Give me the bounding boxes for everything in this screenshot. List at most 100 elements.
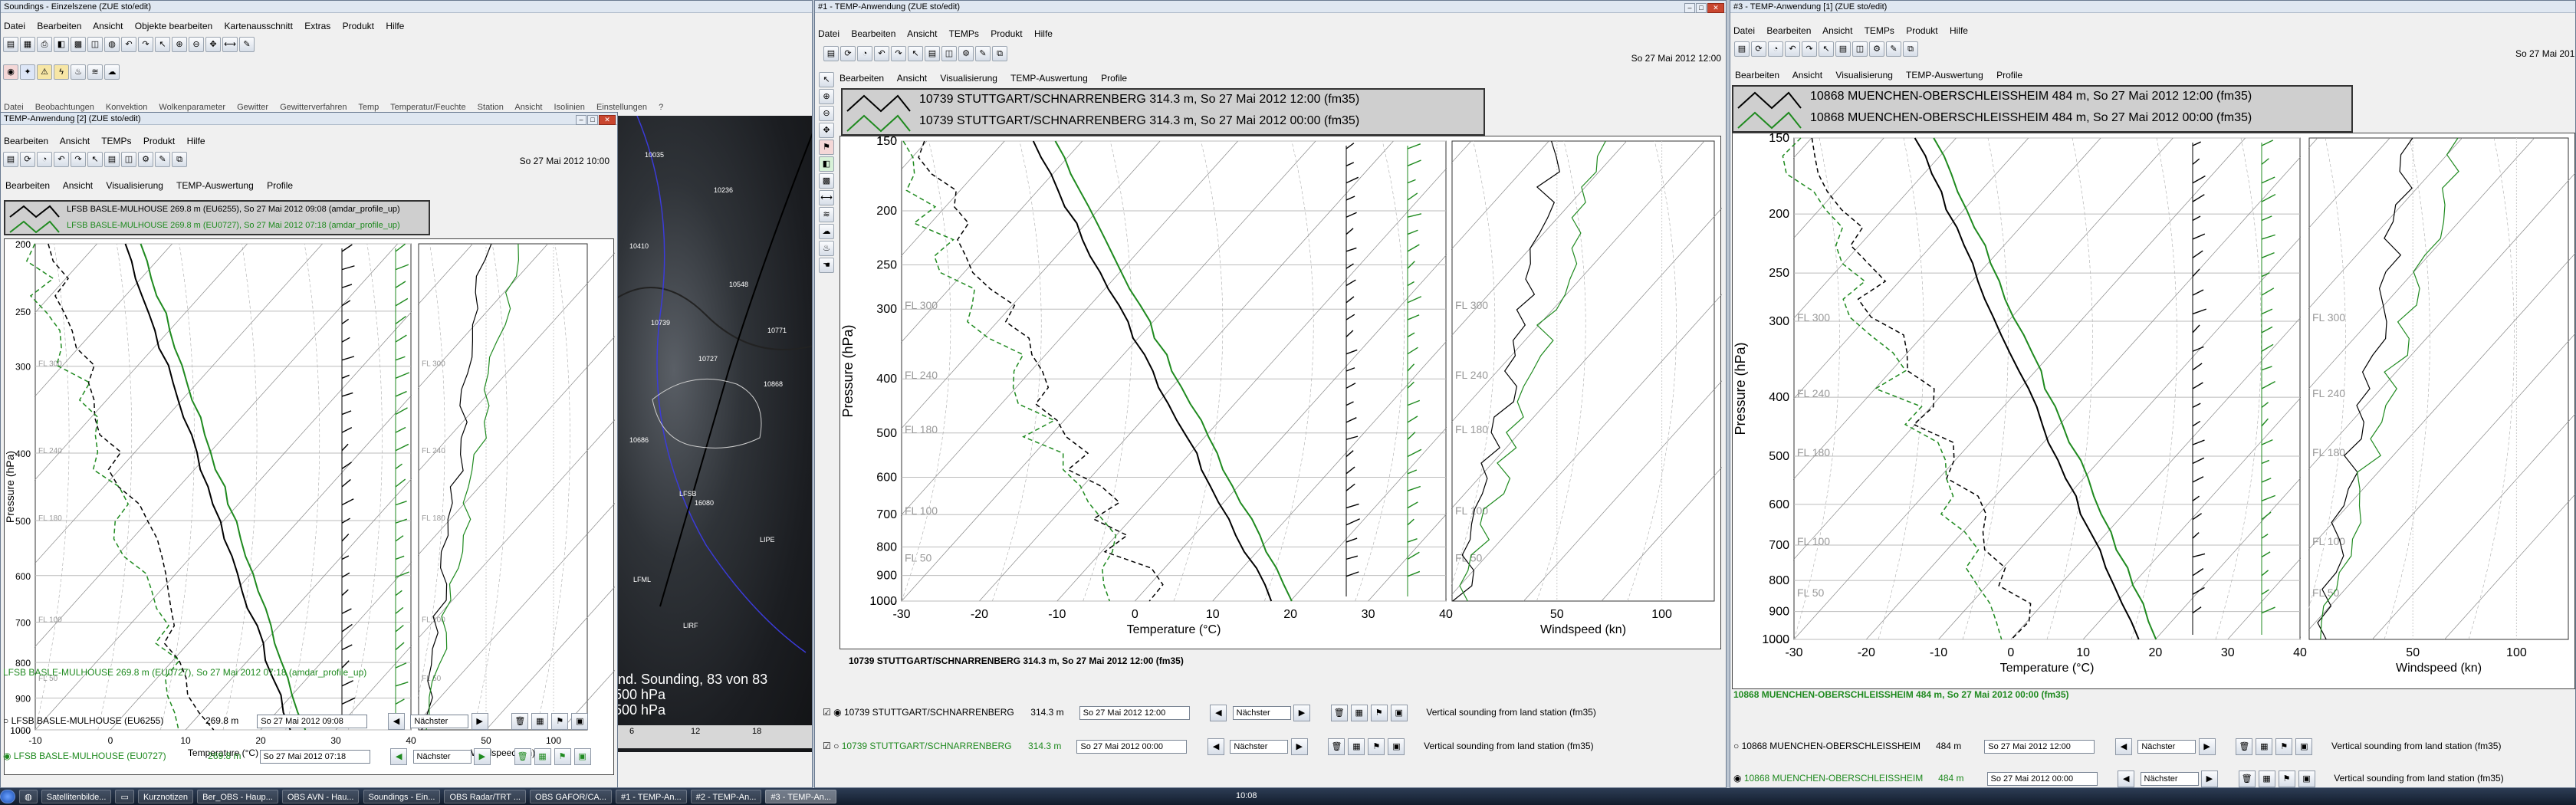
folder-icon[interactable]: ▭ xyxy=(115,790,134,803)
menu2-item[interactable]: Temperatur/Feuchte xyxy=(390,103,465,112)
undo-icon[interactable]: ↶ xyxy=(874,46,889,61)
w2-tab[interactable]: TEMP-Auswertung xyxy=(1010,73,1088,84)
pointer-icon[interactable]: ↖ xyxy=(155,37,170,52)
radar-icon[interactable]: ◉ xyxy=(3,64,18,80)
w1-tab[interactable]: Bearbeiten xyxy=(5,180,50,191)
globe-icon[interactable]: ◍ xyxy=(104,37,120,52)
pan-icon[interactable]: ✥ xyxy=(819,123,834,138)
delete-icon[interactable]: 🗑 xyxy=(1330,705,1348,721)
taskbar-item[interactable]: OBS GAFOR/CA... xyxy=(530,790,612,803)
main-menu-item[interactable]: Extras xyxy=(304,21,330,31)
w3-tab[interactable]: Profile xyxy=(1996,70,2022,80)
flag-icon[interactable]: ⚑ xyxy=(2275,738,2293,755)
pointer-icon[interactable]: ↖ xyxy=(1819,41,1834,57)
menu2-item[interactable]: ? xyxy=(659,103,663,112)
w1-tab[interactable]: Ansicht xyxy=(63,180,93,191)
maximize-button[interactable]: □ xyxy=(1696,3,1707,13)
w3-menu-item[interactable]: Hilfe xyxy=(1950,25,1968,36)
delete-icon[interactable]: 🗑 xyxy=(511,713,529,730)
pen-icon[interactable]: ✎ xyxy=(1886,41,1901,57)
w2-legend[interactable]: 10739 STUTTGART/SCHNARRENBERG 314.3 m, S… xyxy=(841,88,1485,136)
redo-icon[interactable]: ↷ xyxy=(138,37,153,52)
w1-tab[interactable]: Visualisierung xyxy=(106,180,163,191)
radio-icon[interactable]: ◉ xyxy=(3,751,11,761)
prev-icon[interactable]: ◀ xyxy=(2114,738,2132,755)
next-icon[interactable]: ▶ xyxy=(2200,770,2218,787)
prev-icon[interactable]: ◀ xyxy=(1210,705,1227,721)
taskbar-item[interactable]: #2 - TEMP-An... xyxy=(690,790,762,803)
table-icon[interactable]: ▦ xyxy=(1348,738,1365,755)
date-select[interactable]: So 27 Mai 2012 12:00 xyxy=(1079,706,1190,720)
pointer-icon[interactable]: ↖ xyxy=(87,152,103,167)
redo-icon[interactable]: ↷ xyxy=(1802,41,1817,57)
w1-menu-item[interactable]: Produkt xyxy=(143,136,175,146)
table-icon[interactable]: ▦ xyxy=(2258,770,2275,787)
chart-icon[interactable]: ◫ xyxy=(941,46,957,61)
save-icon[interactable]: ▦ xyxy=(20,37,35,52)
satellite-icon[interactable]: ✦ xyxy=(20,64,35,80)
main-menu-item[interactable]: Hilfe xyxy=(386,21,404,31)
pan-icon[interactable]: ✥ xyxy=(205,37,221,52)
satellite-map[interactable]: 10035 10236 10410 10548 10771 10868 1073… xyxy=(614,116,812,752)
w1-tab[interactable]: Profile xyxy=(267,180,293,191)
table-icon[interactable]: ▤ xyxy=(1835,41,1851,57)
taskbar-item[interactable]: OBS Radar/TRT ... xyxy=(444,790,526,803)
date-select[interactable]: So 27 Mai 2012 07:18 xyxy=(259,750,370,764)
measure-icon[interactable]: ⟷ xyxy=(819,190,834,205)
flag-icon[interactable]: ⚑ xyxy=(551,713,569,730)
menu2-item[interactable]: Station xyxy=(478,103,504,112)
w3-tab[interactable]: Visualisierung xyxy=(1835,70,1893,80)
w2-tab[interactable]: Ansicht xyxy=(897,73,927,84)
minimize-button[interactable]: – xyxy=(576,115,586,125)
next-icon[interactable]: ▶ xyxy=(1290,738,1308,755)
table-icon[interactable]: ▤ xyxy=(925,46,940,61)
radio-icon[interactable]: ◉ xyxy=(833,707,841,718)
close-button[interactable]: ✕ xyxy=(599,115,616,125)
redo-icon[interactable]: ↷ xyxy=(71,152,86,167)
next-select[interactable]: Nächster xyxy=(1232,706,1291,720)
chart-icon[interactable]: ◫ xyxy=(1852,41,1868,57)
w1-row-2[interactable]: ◉ LFSB BASLE-MULHOUSE (EU0727) 269.8 m S… xyxy=(3,748,594,765)
next-icon[interactable]: ▶ xyxy=(1293,705,1310,721)
w2-tab[interactable]: Visualisierung xyxy=(940,73,997,84)
w1-menu-item[interactable]: TEMPs xyxy=(101,136,131,146)
w2-menu-item[interactable]: Ansicht xyxy=(907,28,937,39)
screen-icon[interactable]: ▣ xyxy=(1390,705,1408,721)
screen-icon[interactable]: ▣ xyxy=(2295,738,2313,755)
zoom-in-icon[interactable]: ⊕ xyxy=(819,89,834,104)
w2-menu-item[interactable]: Bearbeiten xyxy=(851,28,895,39)
measure-icon[interactable]: ⟷ xyxy=(222,37,238,52)
cloud-icon[interactable]: ☁ xyxy=(104,64,120,80)
zoom-out-icon[interactable]: ⊖ xyxy=(189,37,204,52)
settings-icon[interactable]: ⚙ xyxy=(138,152,153,167)
menu2-item[interactable]: Gewitter xyxy=(237,103,268,112)
zoom-in-icon[interactable]: ⊕ xyxy=(172,37,187,52)
w1-plot[interactable]: 2002503004005006007008009001000200250300… xyxy=(1,238,617,776)
pointer-icon[interactable]: ↖ xyxy=(819,72,834,87)
next-select[interactable]: Nächster xyxy=(412,750,472,764)
lightning-icon[interactable]: ϟ xyxy=(54,64,69,80)
w1-skewt-svg[interactable]: 2002503004005006007008009001000200250300… xyxy=(1,239,617,776)
w2-row-1[interactable]: ☑ ◉ 10739 STUTTGART/SCHNARRENBERG 314.3 … xyxy=(823,705,1596,721)
menu2-item[interactable]: Datei xyxy=(4,103,24,112)
menu2-item[interactable]: Ansicht xyxy=(514,103,542,112)
maximize-button[interactable]: □ xyxy=(587,115,598,125)
w2-row-2[interactable]: ☑ ○ 10739 STUTTGART/SCHNARRENBERG 314.3 … xyxy=(823,738,1594,755)
hand-icon[interactable]: ☚ xyxy=(819,258,834,273)
w3-plot[interactable]: 1502002503004005006007008009001000150200… xyxy=(1730,132,2575,689)
main-menu-item[interactable]: Ansicht xyxy=(93,21,123,31)
prev-icon[interactable]: ◀ xyxy=(387,713,405,730)
table-icon[interactable]: ▦ xyxy=(2256,738,2273,755)
next-select[interactable]: Nächster xyxy=(410,715,469,728)
w1-row-1[interactable]: ○ LFSB BASLE-MULHOUSE (EU6255) 269.8 m S… xyxy=(3,713,591,730)
radio-icon[interactable]: ○ xyxy=(1733,741,1739,751)
w2-plot[interactable]: 1502002503004005006007008009001000150200… xyxy=(815,135,1726,649)
redo-icon[interactable]: ↷ xyxy=(891,46,906,61)
zoom-out-icon[interactable]: ⊖ xyxy=(819,106,834,121)
close-button[interactable]: ✕ xyxy=(1707,3,1724,13)
settings-icon[interactable]: ⚙ xyxy=(1869,41,1884,57)
main-menu-item[interactable]: Objekte bearbeiten xyxy=(135,21,212,31)
menu2-item[interactable]: Gewitterverfahren xyxy=(280,103,347,112)
warning-icon[interactable]: ⚠ xyxy=(37,64,52,80)
layer-icon[interactable]: ◧ xyxy=(819,156,834,172)
